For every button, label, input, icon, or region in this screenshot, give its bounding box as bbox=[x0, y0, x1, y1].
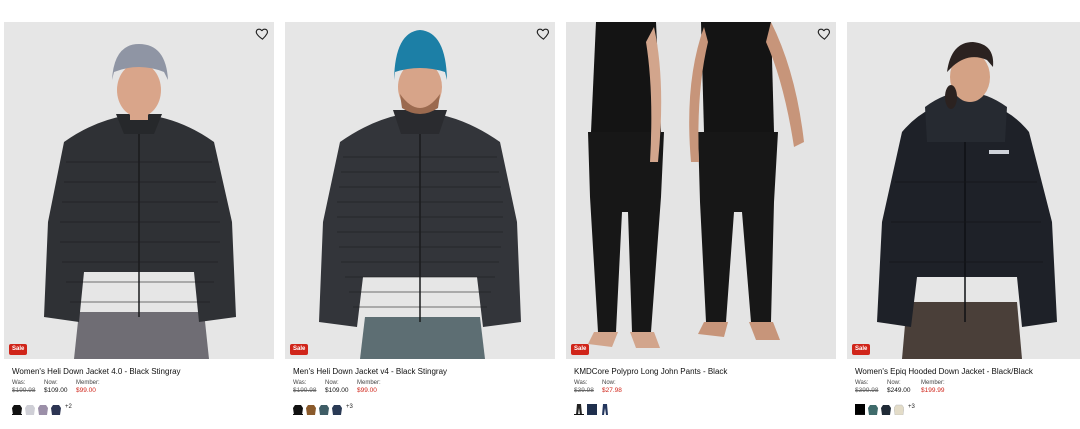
jacket-swatch-icon bbox=[332, 405, 342, 415]
pants-swatch-icon bbox=[576, 404, 582, 415]
swatch[interactable] bbox=[855, 402, 865, 415]
product-image[interactable]: Sale bbox=[847, 22, 1080, 359]
was-value: $199.98 bbox=[293, 387, 317, 394]
sale-badge: Sale bbox=[290, 344, 309, 355]
product-image[interactable]: Sale bbox=[566, 22, 836, 359]
jacket-swatch-icon bbox=[881, 405, 891, 415]
product-photo-womens-heli-jacket bbox=[4, 22, 274, 359]
now-label: Now: bbox=[602, 380, 616, 386]
heart-icon bbox=[536, 28, 550, 40]
swatch[interactable] bbox=[51, 402, 61, 415]
swatch[interactable] bbox=[893, 402, 905, 416]
product-image[interactable]: Sale bbox=[285, 22, 555, 359]
now-price: Now: $249.00 bbox=[887, 379, 911, 395]
member-label: Member: bbox=[921, 380, 945, 386]
swatch[interactable] bbox=[881, 402, 891, 415]
was-price: Was: $399.98 bbox=[855, 379, 879, 395]
swatch[interactable] bbox=[293, 402, 303, 415]
jacket-swatch-icon bbox=[319, 405, 329, 415]
jacket-swatch-icon bbox=[25, 405, 35, 415]
swatch[interactable] bbox=[12, 402, 22, 415]
was-value: $199.98 bbox=[12, 387, 36, 394]
member-value: $199.99 bbox=[921, 387, 945, 394]
sale-badge: Sale bbox=[571, 344, 590, 355]
sale-badge: Sale bbox=[9, 344, 28, 355]
jacket-swatch-icon bbox=[38, 405, 48, 415]
swatch[interactable] bbox=[868, 402, 878, 415]
square-swatch-icon bbox=[587, 404, 597, 415]
product-card[interactable]: Sale Women's Heli Down Jacket 4.0 - Blac… bbox=[4, 22, 274, 422]
wishlist-button[interactable] bbox=[536, 26, 551, 41]
now-value: $249.00 bbox=[887, 387, 911, 394]
swatch[interactable] bbox=[319, 402, 329, 415]
jacket-swatch-icon bbox=[893, 404, 905, 416]
now-value: $109.00 bbox=[325, 387, 349, 394]
now-value: $109.00 bbox=[44, 387, 68, 394]
now-label: Now: bbox=[325, 380, 339, 386]
now-label: Now: bbox=[44, 380, 58, 386]
sale-badge: Sale bbox=[852, 344, 871, 355]
product-photo-womens-epiq-jacket bbox=[847, 22, 1080, 359]
more-colors[interactable]: +3 bbox=[346, 404, 353, 410]
was-label: Was: bbox=[12, 380, 26, 386]
heart-icon bbox=[817, 28, 831, 40]
swatch[interactable] bbox=[38, 402, 48, 415]
product-card[interactable]: Sale Men's Heli Down Jacket v4 - Black S… bbox=[285, 22, 555, 422]
heart-icon bbox=[255, 28, 269, 40]
product-image[interactable]: Sale bbox=[4, 22, 274, 359]
more-colors[interactable]: +2 bbox=[65, 404, 72, 410]
member-value: $99.00 bbox=[357, 387, 377, 394]
product-title[interactable]: Men's Heli Down Jacket v4 - Black Stingr… bbox=[293, 367, 447, 377]
was-label: Was: bbox=[574, 380, 588, 386]
swatch[interactable] bbox=[306, 402, 316, 415]
square-swatch-icon bbox=[855, 404, 865, 415]
member-price: Member: $199.99 bbox=[921, 379, 945, 395]
product-title[interactable]: Women's Heli Down Jacket 4.0 - Black Sti… bbox=[12, 367, 181, 377]
member-price: Member: $99.00 bbox=[76, 379, 100, 395]
product-card[interactable]: Sale Women's Epiq Hooded Down Jacket - B… bbox=[847, 22, 1080, 422]
was-price: Was: $199.98 bbox=[293, 379, 317, 395]
jacket-swatch-icon bbox=[12, 405, 22, 415]
more-colors[interactable]: +3 bbox=[908, 404, 915, 410]
member-label: Member: bbox=[76, 380, 100, 386]
pants-swatch-icon bbox=[602, 404, 608, 415]
product-title[interactable]: KMDCore Polypro Long John Pants - Black bbox=[574, 367, 727, 377]
now-price: Now: $27.98 bbox=[602, 379, 622, 395]
product-card[interactable]: Sale KMDCore Polypro Long John Pants - B… bbox=[566, 22, 836, 422]
wishlist-button[interactable] bbox=[255, 26, 270, 41]
now-price: Now: $109.00 bbox=[44, 379, 68, 395]
member-value: $99.00 bbox=[76, 387, 96, 394]
now-label: Now: bbox=[887, 380, 901, 386]
wishlist-button[interactable] bbox=[817, 26, 832, 41]
was-price: Was: $199.98 bbox=[12, 379, 36, 395]
was-value: $39.98 bbox=[574, 387, 594, 394]
was-label: Was: bbox=[855, 380, 869, 386]
was-price: Was: $39.98 bbox=[574, 379, 594, 395]
swatch[interactable] bbox=[332, 402, 342, 415]
now-value: $27.98 bbox=[602, 387, 622, 394]
swatch[interactable] bbox=[600, 402, 610, 415]
now-price: Now: $109.00 bbox=[325, 379, 349, 395]
product-photo-mens-heli-jacket bbox=[285, 22, 555, 359]
was-value: $399.98 bbox=[855, 387, 879, 394]
swatch[interactable] bbox=[25, 402, 35, 415]
member-label: Member: bbox=[357, 380, 381, 386]
was-label: Was: bbox=[293, 380, 307, 386]
jacket-swatch-icon bbox=[306, 405, 316, 415]
swatch[interactable] bbox=[587, 402, 597, 415]
jacket-swatch-icon bbox=[293, 405, 303, 415]
member-price: Member: $99.00 bbox=[357, 379, 381, 395]
product-grid: Sale Women's Heli Down Jacket 4.0 - Blac… bbox=[4, 22, 1080, 422]
jacket-swatch-icon bbox=[868, 405, 878, 415]
product-photo-long-john-pants bbox=[566, 22, 836, 359]
product-title[interactable]: Women's Epiq Hooded Down Jacket - Black/… bbox=[855, 367, 1033, 377]
swatch[interactable] bbox=[574, 402, 584, 415]
jacket-swatch-icon bbox=[51, 405, 61, 415]
